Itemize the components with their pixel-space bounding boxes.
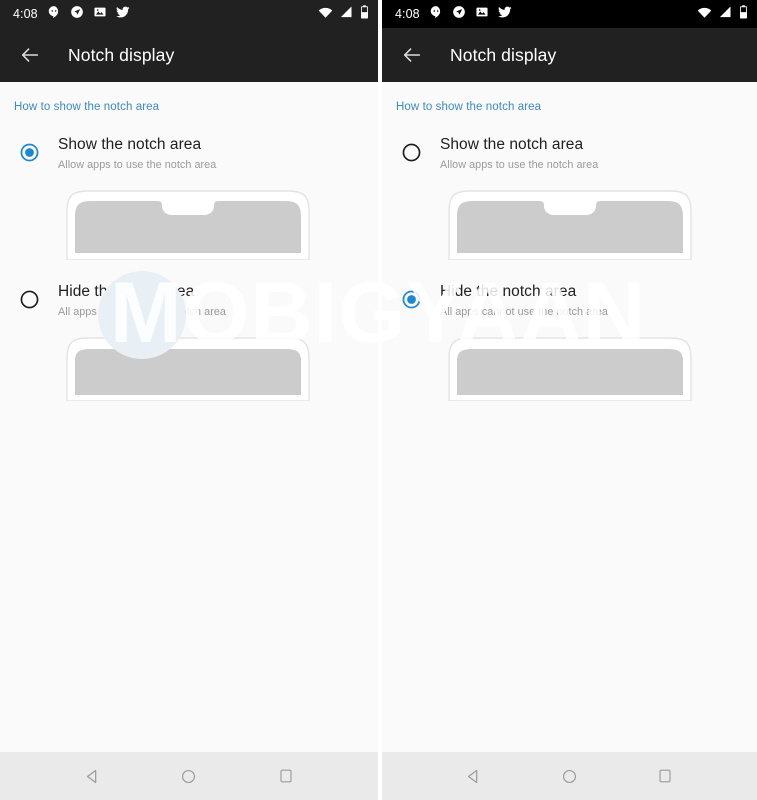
section-header: How to show the notch area bbox=[14, 101, 160, 113]
nav-home-button[interactable] bbox=[546, 753, 592, 799]
hangouts-icon bbox=[47, 5, 61, 24]
cellular-no-signal-icon bbox=[718, 5, 733, 23]
wifi-icon bbox=[697, 5, 712, 23]
option-row-hide-notch[interactable]: Hide the notch area All apps cannot use … bbox=[382, 260, 757, 318]
option-texts-show: Show the notch area Allow apps to use th… bbox=[440, 135, 598, 171]
status-bar-left-group: 4:08 bbox=[13, 5, 130, 24]
app-bar: Notch display bbox=[382, 28, 757, 82]
option-subtitle: All apps cannot use the notch area bbox=[58, 306, 226, 318]
option-texts-show: Show the notch area Allow apps to use th… bbox=[58, 135, 216, 171]
option-subtitle: Allow apps to use the notch area bbox=[58, 159, 217, 171]
status-bar-clock: 4:08 bbox=[13, 7, 38, 21]
option-title: Hide the notch area bbox=[440, 283, 577, 300]
app-bar: Notch display bbox=[0, 28, 378, 82]
preview-phone-with-notch bbox=[448, 190, 692, 261]
back-button[interactable] bbox=[395, 38, 429, 72]
dual-screenshot-container: 4:08 Notch display How to show the notch… bbox=[0, 0, 757, 800]
nav-home-button[interactable] bbox=[166, 753, 212, 799]
option-texts-hide: Hide the notch area All apps cannot use … bbox=[58, 282, 226, 318]
photos-icon bbox=[93, 5, 107, 24]
cellular-no-signal-icon bbox=[339, 5, 354, 23]
status-bar-left-group: 4:08 bbox=[395, 5, 512, 24]
section-header: How to show the notch area bbox=[396, 101, 542, 113]
twitter-icon bbox=[115, 5, 130, 24]
back-arrow-icon bbox=[21, 48, 39, 62]
status-bar-clock: 4:08 bbox=[395, 7, 420, 21]
option-subtitle: All apps cannot use the notch area bbox=[440, 306, 608, 318]
option-title: Show the notch area bbox=[440, 136, 584, 153]
page-title: Notch display bbox=[450, 44, 557, 65]
system-navigation-bar bbox=[382, 752, 757, 800]
navigation-icon bbox=[452, 5, 466, 24]
radio-unselected-icon[interactable] bbox=[19, 289, 40, 310]
option-title: Show the notch area bbox=[58, 136, 202, 153]
nav-back-button[interactable] bbox=[69, 753, 115, 799]
status-bar-right-group bbox=[318, 4, 369, 24]
status-bar: 4:08 bbox=[0, 0, 378, 28]
nav-recents-button[interactable] bbox=[642, 753, 688, 799]
system-navigation-bar bbox=[0, 752, 378, 800]
option-row-show-notch[interactable]: Show the notch area Allow apps to use th… bbox=[382, 113, 757, 171]
wifi-icon bbox=[318, 5, 333, 23]
settings-content: How to show the notch area Show the notc… bbox=[382, 82, 757, 752]
settings-content: How to show the notch area Show the notc… bbox=[0, 82, 378, 752]
twitter-icon bbox=[497, 5, 512, 24]
option-title: Hide the notch area bbox=[58, 283, 195, 300]
page-title: Notch display bbox=[68, 44, 175, 65]
radio-selected-icon[interactable] bbox=[401, 289, 422, 310]
status-bar: 4:08 bbox=[382, 0, 757, 28]
home-circle-icon bbox=[182, 769, 196, 783]
back-button[interactable] bbox=[13, 38, 47, 72]
preview-phone-without-notch bbox=[448, 337, 692, 402]
option-texts-hide: Hide the notch area All apps cannot use … bbox=[440, 282, 608, 318]
battery-icon bbox=[739, 4, 748, 24]
option-subtitle: Allow apps to use the notch area bbox=[440, 159, 599, 171]
radio-wrap-show[interactable] bbox=[382, 135, 440, 163]
recents-square-icon bbox=[280, 769, 292, 783]
radio-unselected-icon[interactable] bbox=[401, 142, 422, 163]
radio-wrap-hide[interactable] bbox=[0, 282, 58, 310]
hangouts-icon bbox=[429, 5, 443, 24]
option-row-show-notch[interactable]: Show the notch area Allow apps to use th… bbox=[0, 113, 378, 171]
nav-recents-button[interactable] bbox=[263, 753, 309, 799]
nav-back-button[interactable] bbox=[451, 753, 497, 799]
option-row-hide-notch[interactable]: Hide the notch area All apps cannot use … bbox=[0, 260, 378, 318]
home-circle-icon bbox=[562, 769, 577, 783]
screenshot-panel-right: 4:08 Notch display How to show the notch… bbox=[382, 0, 757, 800]
back-triangle-icon bbox=[468, 769, 478, 783]
radio-wrap-hide[interactable] bbox=[382, 282, 440, 310]
preview-phone-without-notch bbox=[66, 337, 310, 402]
status-bar-right-group bbox=[697, 4, 748, 24]
radio-wrap-show[interactable] bbox=[0, 135, 58, 163]
preview-phone-with-notch bbox=[66, 190, 310, 261]
navigation-icon bbox=[70, 5, 84, 24]
screenshot-panel-left: 4:08 Notch display How to show the notch… bbox=[0, 0, 378, 800]
photos-icon bbox=[475, 5, 489, 24]
radio-selected-icon[interactable] bbox=[19, 142, 40, 163]
back-arrow-icon bbox=[403, 48, 421, 62]
back-triangle-icon bbox=[86, 769, 97, 783]
recents-square-icon bbox=[659, 769, 671, 783]
battery-icon bbox=[360, 4, 369, 24]
